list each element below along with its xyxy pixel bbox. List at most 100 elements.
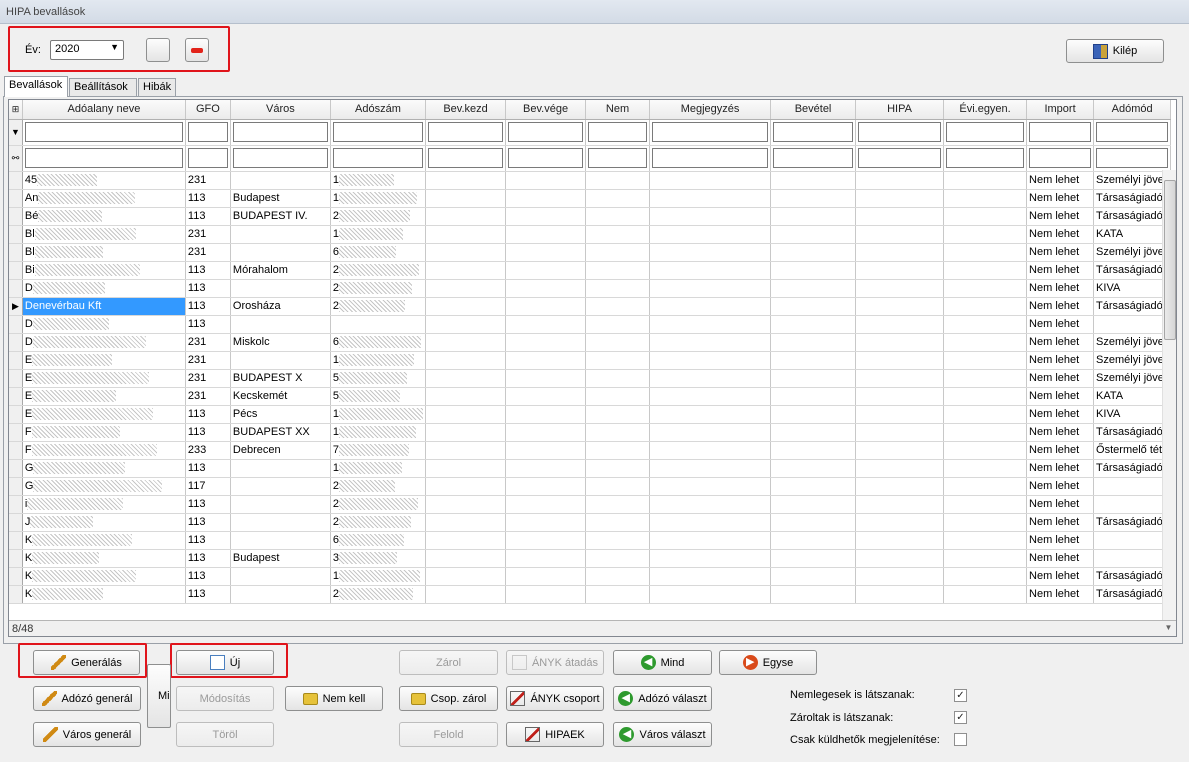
table-cell[interactable] — [425, 369, 507, 388]
table-cell[interactable] — [855, 441, 945, 460]
table-cell[interactable]: Bi — [22, 261, 186, 280]
row-indicator[interactable] — [9, 495, 23, 514]
table-cell[interactable]: 2 — [330, 279, 427, 298]
table-cell[interactable] — [943, 531, 1028, 550]
table-cell[interactable] — [649, 441, 772, 460]
mi-button[interactable]: Mi — [147, 664, 171, 728]
table-cell[interactable] — [505, 171, 587, 190]
table-cell[interactable] — [585, 387, 651, 406]
table-cell[interactable]: 1 — [330, 567, 427, 586]
table-cell[interactable] — [585, 423, 651, 442]
table-cell[interactable]: 231 — [185, 387, 231, 406]
table-cell[interactable]: 2 — [330, 495, 427, 514]
search-input[interactable] — [773, 148, 854, 168]
table-cell[interactable] — [649, 459, 772, 478]
table-cell[interactable]: D — [22, 279, 186, 298]
table-cell[interactable]: G — [22, 459, 186, 478]
table-cell[interactable]: Nem lehet — [1026, 171, 1095, 190]
table-cell[interactable] — [585, 315, 651, 334]
table-row[interactable]: F 233 Debrecen 7 Nem lehet Őstermelő téte — [9, 441, 1172, 460]
table-cell[interactable]: 231 — [185, 369, 231, 388]
table-cell[interactable]: 117 — [185, 477, 231, 496]
table-row[interactable]: ▶ Denevérbau Kft 113 Orosháza 2 Nem lehet Társ… — [9, 297, 1172, 316]
row-indicator[interactable] — [9, 567, 23, 586]
table-cell[interactable] — [855, 567, 945, 586]
varos-valaszt-button[interactable]: ◀ Város választ — [613, 722, 712, 747]
search-input[interactable] — [428, 148, 504, 168]
table-cell[interactable] — [943, 207, 1028, 226]
row-indicator[interactable] — [9, 207, 23, 226]
table-cell[interactable] — [943, 225, 1028, 244]
table-cell[interactable] — [649, 405, 772, 424]
table-cell[interactable]: F — [22, 423, 186, 442]
table-cell[interactable]: 5 — [330, 369, 427, 388]
table-cell[interactable]: 1 — [330, 171, 427, 190]
table-cell[interactable]: 113 — [185, 459, 231, 478]
table-cell[interactable] — [770, 477, 857, 496]
table-cell[interactable] — [770, 225, 857, 244]
table-cell[interactable] — [855, 279, 945, 298]
table-cell[interactable]: 3 — [330, 549, 427, 568]
table-cell[interactable] — [770, 549, 857, 568]
row-indicator[interactable] — [9, 387, 23, 406]
table-cell[interactable]: Nem lehet — [1026, 585, 1095, 604]
table-cell[interactable]: Nem lehet — [1026, 549, 1095, 568]
table-cell[interactable] — [770, 333, 857, 352]
table-cell[interactable]: Nem lehet — [1026, 387, 1095, 406]
table-cell[interactable] — [649, 513, 772, 532]
table-cell[interactable]: K — [22, 531, 186, 550]
table-row[interactable]: Bé 113 BUDAPEST IV. 2 Nem lehet Társaságiadó — [9, 207, 1172, 226]
table-cell[interactable] — [230, 459, 331, 478]
table-cell[interactable] — [230, 279, 331, 298]
table-cell[interactable] — [425, 477, 507, 496]
table-cell[interactable] — [585, 477, 651, 496]
table-cell[interactable]: 113 — [185, 189, 231, 208]
search-input[interactable] — [946, 148, 1025, 168]
table-row[interactable]: 45 231 1 Nem lehet Személyi jöve — [9, 171, 1172, 190]
csak-kuldheto-checkbox[interactable] — [954, 733, 967, 746]
table-cell[interactable] — [649, 297, 772, 316]
table-cell[interactable] — [505, 567, 587, 586]
table-cell[interactable]: Személyi jöve — [1093, 243, 1172, 262]
mind-button[interactable]: ◀ Mind — [613, 650, 712, 675]
egyse-button[interactable]: ▶ Egyse — [719, 650, 817, 675]
table-cell[interactable] — [770, 261, 857, 280]
table-cell[interactable]: Nem lehet — [1026, 279, 1095, 298]
table-cell[interactable] — [585, 243, 651, 262]
table-cell[interactable] — [855, 531, 945, 550]
table-cell[interactable] — [649, 333, 772, 352]
table-cell[interactable]: 231 — [185, 333, 231, 352]
search-input[interactable] — [508, 148, 584, 168]
table-cell[interactable]: 233 — [185, 441, 231, 460]
table-row[interactable]: E 113 Pécs 1 Nem lehet KIVA — [9, 405, 1172, 424]
column-header[interactable]: Import — [1026, 100, 1095, 120]
table-cell[interactable] — [770, 495, 857, 514]
table-cell[interactable] — [505, 279, 587, 298]
table-cell[interactable]: Nem lehet — [1026, 297, 1095, 316]
scroll-down-arrow-icon[interactable]: ▼ — [1162, 620, 1175, 636]
column-header[interactable]: Bev.vége — [505, 100, 587, 120]
adozo-general-button[interactable]: Adózó generál — [33, 686, 141, 711]
table-cell[interactable] — [770, 423, 857, 442]
zarol-button[interactable]: Zárol — [399, 650, 498, 675]
table-cell[interactable]: Nem lehet — [1026, 513, 1095, 532]
exit-button[interactable]: Kilép — [1066, 39, 1164, 63]
table-cell[interactable]: 6 — [330, 243, 427, 262]
table-cell[interactable]: 113 — [185, 531, 231, 550]
search-input[interactable] — [588, 148, 648, 168]
search-input[interactable] — [332, 148, 424, 168]
table-cell[interactable] — [649, 171, 772, 190]
table-cell[interactable] — [425, 225, 507, 244]
table-cell[interactable] — [855, 423, 945, 442]
table-cell[interactable]: Bé — [22, 207, 186, 226]
row-indicator[interactable] — [9, 441, 23, 460]
table-cell[interactable] — [425, 171, 507, 190]
year-select[interactable]: 2020 ▼ — [50, 40, 124, 60]
table-cell[interactable]: Társaságiadó — [1093, 567, 1172, 586]
row-indicator[interactable] — [9, 369, 23, 388]
table-cell[interactable] — [230, 531, 331, 550]
filter-input[interactable] — [1096, 122, 1169, 142]
table-cell[interactable] — [649, 207, 772, 226]
table-cell[interactable] — [505, 531, 587, 550]
table-cell[interactable] — [855, 369, 945, 388]
